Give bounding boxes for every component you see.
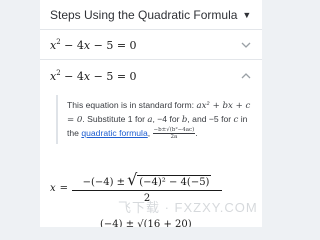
square-root: √ (−4)² − 4(−5) [125,170,212,189]
formula-denominator: 2 [143,193,151,204]
step-row-collapsed[interactable]: x2 − 4x − 5 = 0 [40,30,262,60]
equals-sign: = [59,182,69,194]
formula-variable: x [50,182,56,194]
explanation-text: , −4 for [152,114,182,124]
step-row-expanded[interactable]: x2 − 4x − 5 = 0 [40,60,262,91]
radical-sign-icon: √ [127,170,138,189]
caret-down-icon[interactable]: ▼ [242,10,251,20]
next-step-line: (−4) ± √(16 + 20) [100,219,192,227]
chevron-up-icon[interactable] [240,70,252,82]
mini-formula-denominator: 2a [170,134,178,141]
mini-formula-numerator: −b±√(b²−4ac) [152,127,196,135]
explanation-text: This equation is in standard form: [67,100,197,110]
radicand: (−4)² − 4(−5) [137,175,212,188]
numerator-prefix: −(−4) ± [82,177,126,188]
page-background: Steps Using the Quadratic Formula ▼ x2 −… [0,0,297,227]
formula-fraction: −(−4) ± √ (−4)² − 4(−5) 2 [72,172,223,204]
steps-title: Steps Using the Quadratic Formula [50,7,238,22]
quadratic-formula-inline: −b±√(b²−4ac) 2a [152,127,196,141]
chevron-down-icon[interactable] [240,39,252,51]
step-equation: x2 − 4x − 5 = 0 [50,68,137,83]
step-explanation: This equation is in standard form: ax² +… [56,95,252,145]
explanation-text: . Substitute 1 for [82,114,148,124]
quadratic-formula-link[interactable]: quadratic formula [81,128,147,138]
step-equation: x2 − 4x − 5 = 0 [50,37,137,52]
explanation-text: , and −5 for [187,114,234,124]
formula-numerator: −(−4) ± √ (−4)² − 4(−5) [81,172,214,190]
substituted-formula: x = −(−4) ± √ (−4)² − 4(−5) 2 [50,172,223,204]
steps-dropdown-header[interactable]: Steps Using the Quadratic Formula ▼ [40,0,262,30]
explanation-text: . [195,128,198,138]
solution-steps-panel: Steps Using the Quadratic Formula ▼ x2 −… [40,0,262,227]
